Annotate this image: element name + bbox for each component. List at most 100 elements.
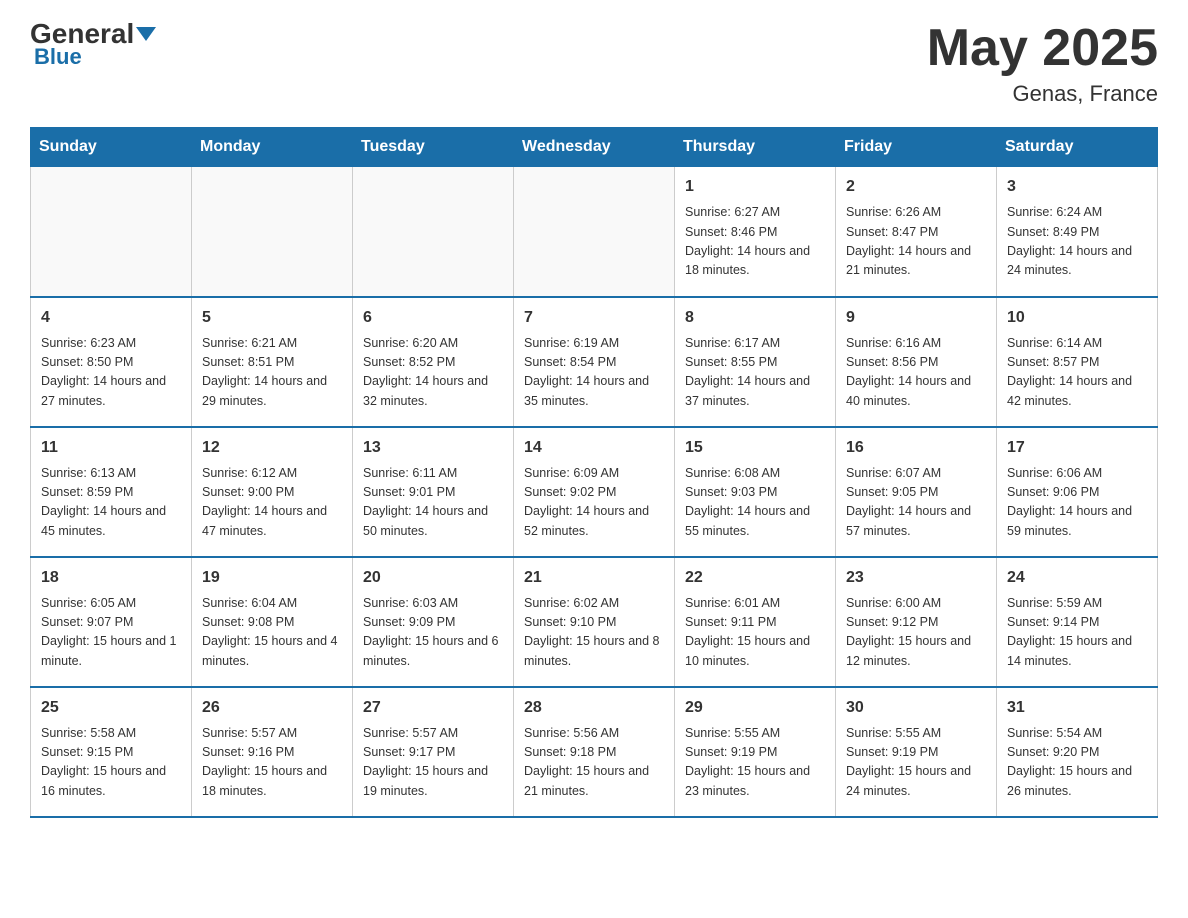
day-info: Sunrise: 6:27 AM Sunset: 8:46 PM Dayligh…	[685, 203, 825, 281]
day-info: Sunrise: 6:19 AM Sunset: 8:54 PM Dayligh…	[524, 334, 664, 412]
calendar-cell: 4 Sunrise: 6:23 AM Sunset: 8:50 PM Daylig…	[31, 297, 192, 427]
day-number: 2	[846, 175, 986, 199]
day-info: Sunrise: 5:55 AM Sunset: 9:19 PM Dayligh…	[685, 724, 825, 802]
days-of-week-row: SundayMondayTuesdayWednesdayThursdayFrid…	[31, 128, 1158, 167]
day-info: Sunrise: 6:07 AM Sunset: 9:05 PM Dayligh…	[846, 464, 986, 542]
calendar-cell: 14 Sunrise: 6:09 AM Sunset: 9:02 PM Dayli…	[514, 427, 675, 557]
day-number: 26	[202, 696, 342, 720]
calendar-cell: 18 Sunrise: 6:05 AM Sunset: 9:07 PM Dayli…	[31, 557, 192, 687]
calendar-cell	[353, 167, 514, 297]
day-info: Sunrise: 6:20 AM Sunset: 8:52 PM Dayligh…	[363, 334, 503, 412]
day-number: 15	[685, 436, 825, 460]
calendar-cell: 1 Sunrise: 6:27 AM Sunset: 8:46 PM Daylig…	[675, 167, 836, 297]
day-info: Sunrise: 6:23 AM Sunset: 8:50 PM Dayligh…	[41, 334, 181, 412]
day-info: Sunrise: 5:54 AM Sunset: 9:20 PM Dayligh…	[1007, 724, 1147, 802]
day-number: 4	[41, 306, 181, 330]
day-number: 1	[685, 175, 825, 199]
day-info: Sunrise: 5:55 AM Sunset: 9:19 PM Dayligh…	[846, 724, 986, 802]
day-number: 31	[1007, 696, 1147, 720]
day-info: Sunrise: 6:06 AM Sunset: 9:06 PM Dayligh…	[1007, 464, 1147, 542]
calendar-week-5: 25 Sunrise: 5:58 AM Sunset: 9:15 PM Dayli…	[31, 687, 1158, 817]
day-number: 28	[524, 696, 664, 720]
day-number: 30	[846, 696, 986, 720]
day-number: 10	[1007, 306, 1147, 330]
calendar-cell: 29 Sunrise: 5:55 AM Sunset: 9:19 PM Dayli…	[675, 687, 836, 817]
calendar-cell: 13Sunrise: 6:11 AM Sunset: 9:01 PM Dayli…	[353, 427, 514, 557]
day-info: Sunrise: 6:16 AM Sunset: 8:56 PM Dayligh…	[846, 334, 986, 412]
day-info: Sunrise: 6:24 AM Sunset: 8:49 PM Dayligh…	[1007, 203, 1147, 281]
day-number: 18	[41, 566, 181, 590]
calendar-cell: 16 Sunrise: 6:07 AM Sunset: 9:05 PM Dayli…	[836, 427, 997, 557]
calendar-cell: 19 Sunrise: 6:04 AM Sunset: 9:08 PM Dayli…	[192, 557, 353, 687]
title-section: May 2025 Genas, France	[927, 20, 1158, 107]
day-number: 20	[363, 566, 503, 590]
calendar-cell: 23Sunrise: 6:00 AM Sunset: 9:12 PM Dayli…	[836, 557, 997, 687]
calendar-cell: 25 Sunrise: 5:58 AM Sunset: 9:15 PM Dayli…	[31, 687, 192, 817]
calendar-cell: 6 Sunrise: 6:20 AM Sunset: 8:52 PM Daylig…	[353, 297, 514, 427]
day-info: Sunrise: 5:58 AM Sunset: 9:15 PM Dayligh…	[41, 724, 181, 802]
day-info: Sunrise: 5:59 AM Sunset: 9:14 PM Dayligh…	[1007, 594, 1147, 672]
day-info: Sunrise: 6:08 AM Sunset: 9:03 PM Dayligh…	[685, 464, 825, 542]
day-number: 27	[363, 696, 503, 720]
day-number: 29	[685, 696, 825, 720]
logo-arrow-icon	[136, 27, 156, 41]
day-number: 14	[524, 436, 664, 460]
calendar-cell: 5Sunrise: 6:21 AM Sunset: 8:51 PM Daylig…	[192, 297, 353, 427]
day-number: 16	[846, 436, 986, 460]
day-info: Sunrise: 6:03 AM Sunset: 9:09 PM Dayligh…	[363, 594, 503, 672]
day-info: Sunrise: 6:13 AM Sunset: 8:59 PM Dayligh…	[41, 464, 181, 542]
calendar-week-2: 4 Sunrise: 6:23 AM Sunset: 8:50 PM Daylig…	[31, 297, 1158, 427]
calendar-table: SundayMondayTuesdayWednesdayThursdayFrid…	[30, 127, 1158, 818]
calendar-week-1: 1 Sunrise: 6:27 AM Sunset: 8:46 PM Daylig…	[31, 167, 1158, 297]
calendar-cell: 8Sunrise: 6:17 AM Sunset: 8:55 PM Daylig…	[675, 297, 836, 427]
day-number: 17	[1007, 436, 1147, 460]
day-number: 7	[524, 306, 664, 330]
day-number: 22	[685, 566, 825, 590]
calendar-week-4: 18 Sunrise: 6:05 AM Sunset: 9:07 PM Dayli…	[31, 557, 1158, 687]
day-info: Sunrise: 6:14 AM Sunset: 8:57 PM Dayligh…	[1007, 334, 1147, 412]
calendar-cell: 31 Sunrise: 5:54 AM Sunset: 9:20 PM Dayli…	[997, 687, 1158, 817]
day-number: 11	[41, 436, 181, 460]
calendar-cell: 12Sunrise: 6:12 AM Sunset: 9:00 PM Dayli…	[192, 427, 353, 557]
day-info: Sunrise: 6:02 AM Sunset: 9:10 PM Dayligh…	[524, 594, 664, 672]
calendar-cell: 30 Sunrise: 5:55 AM Sunset: 9:19 PM Dayli…	[836, 687, 997, 817]
calendar-cell	[31, 167, 192, 297]
day-number: 5	[202, 306, 342, 330]
day-number: 24	[1007, 566, 1147, 590]
calendar-cell: 9 Sunrise: 6:16 AM Sunset: 8:56 PM Daylig…	[836, 297, 997, 427]
day-info: Sunrise: 6:09 AM Sunset: 9:02 PM Dayligh…	[524, 464, 664, 542]
day-header-sunday: Sunday	[31, 128, 192, 167]
calendar-cell: 24 Sunrise: 5:59 AM Sunset: 9:14 PM Dayli…	[997, 557, 1158, 687]
calendar-cell: 28 Sunrise: 5:56 AM Sunset: 9:18 PM Dayli…	[514, 687, 675, 817]
calendar-body: 1 Sunrise: 6:27 AM Sunset: 8:46 PM Daylig…	[31, 167, 1158, 817]
calendar-subtitle: Genas, France	[927, 81, 1158, 107]
day-info: Sunrise: 6:05 AM Sunset: 9:07 PM Dayligh…	[41, 594, 181, 672]
logo: General Blue	[30, 20, 156, 70]
day-number: 19	[202, 566, 342, 590]
day-info: Sunrise: 6:26 AM Sunset: 8:47 PM Dayligh…	[846, 203, 986, 281]
day-info: Sunrise: 5:57 AM Sunset: 9:17 PM Dayligh…	[363, 724, 503, 802]
calendar-cell: 20 Sunrise: 6:03 AM Sunset: 9:09 PM Dayli…	[353, 557, 514, 687]
calendar-cell: 17 Sunrise: 6:06 AM Sunset: 9:06 PM Dayli…	[997, 427, 1158, 557]
calendar-title: May 2025	[927, 20, 1158, 77]
day-number: 25	[41, 696, 181, 720]
day-info: Sunrise: 6:12 AM Sunset: 9:00 PM Dayligh…	[202, 464, 342, 542]
day-number: 9	[846, 306, 986, 330]
page-header: General Blue May 2025 Genas, France	[30, 20, 1158, 107]
day-number: 23	[846, 566, 986, 590]
day-number: 6	[363, 306, 503, 330]
day-info: Sunrise: 6:01 AM Sunset: 9:11 PM Dayligh…	[685, 594, 825, 672]
day-info: Sunrise: 6:17 AM Sunset: 8:55 PM Dayligh…	[685, 334, 825, 412]
calendar-cell: 7 Sunrise: 6:19 AM Sunset: 8:54 PM Daylig…	[514, 297, 675, 427]
calendar-week-3: 11 Sunrise: 6:13 AM Sunset: 8:59 PM Dayli…	[31, 427, 1158, 557]
day-info: Sunrise: 6:04 AM Sunset: 9:08 PM Dayligh…	[202, 594, 342, 672]
calendar-cell: 3 Sunrise: 6:24 AM Sunset: 8:49 PM Daylig…	[997, 167, 1158, 297]
calendar-cell: 11 Sunrise: 6:13 AM Sunset: 8:59 PM Dayli…	[31, 427, 192, 557]
day-header-wednesday: Wednesday	[514, 128, 675, 167]
day-number: 3	[1007, 175, 1147, 199]
calendar-header: SundayMondayTuesdayWednesdayThursdayFrid…	[31, 128, 1158, 167]
day-header-tuesday: Tuesday	[353, 128, 514, 167]
day-header-friday: Friday	[836, 128, 997, 167]
day-number: 21	[524, 566, 664, 590]
day-info: Sunrise: 5:56 AM Sunset: 9:18 PM Dayligh…	[524, 724, 664, 802]
